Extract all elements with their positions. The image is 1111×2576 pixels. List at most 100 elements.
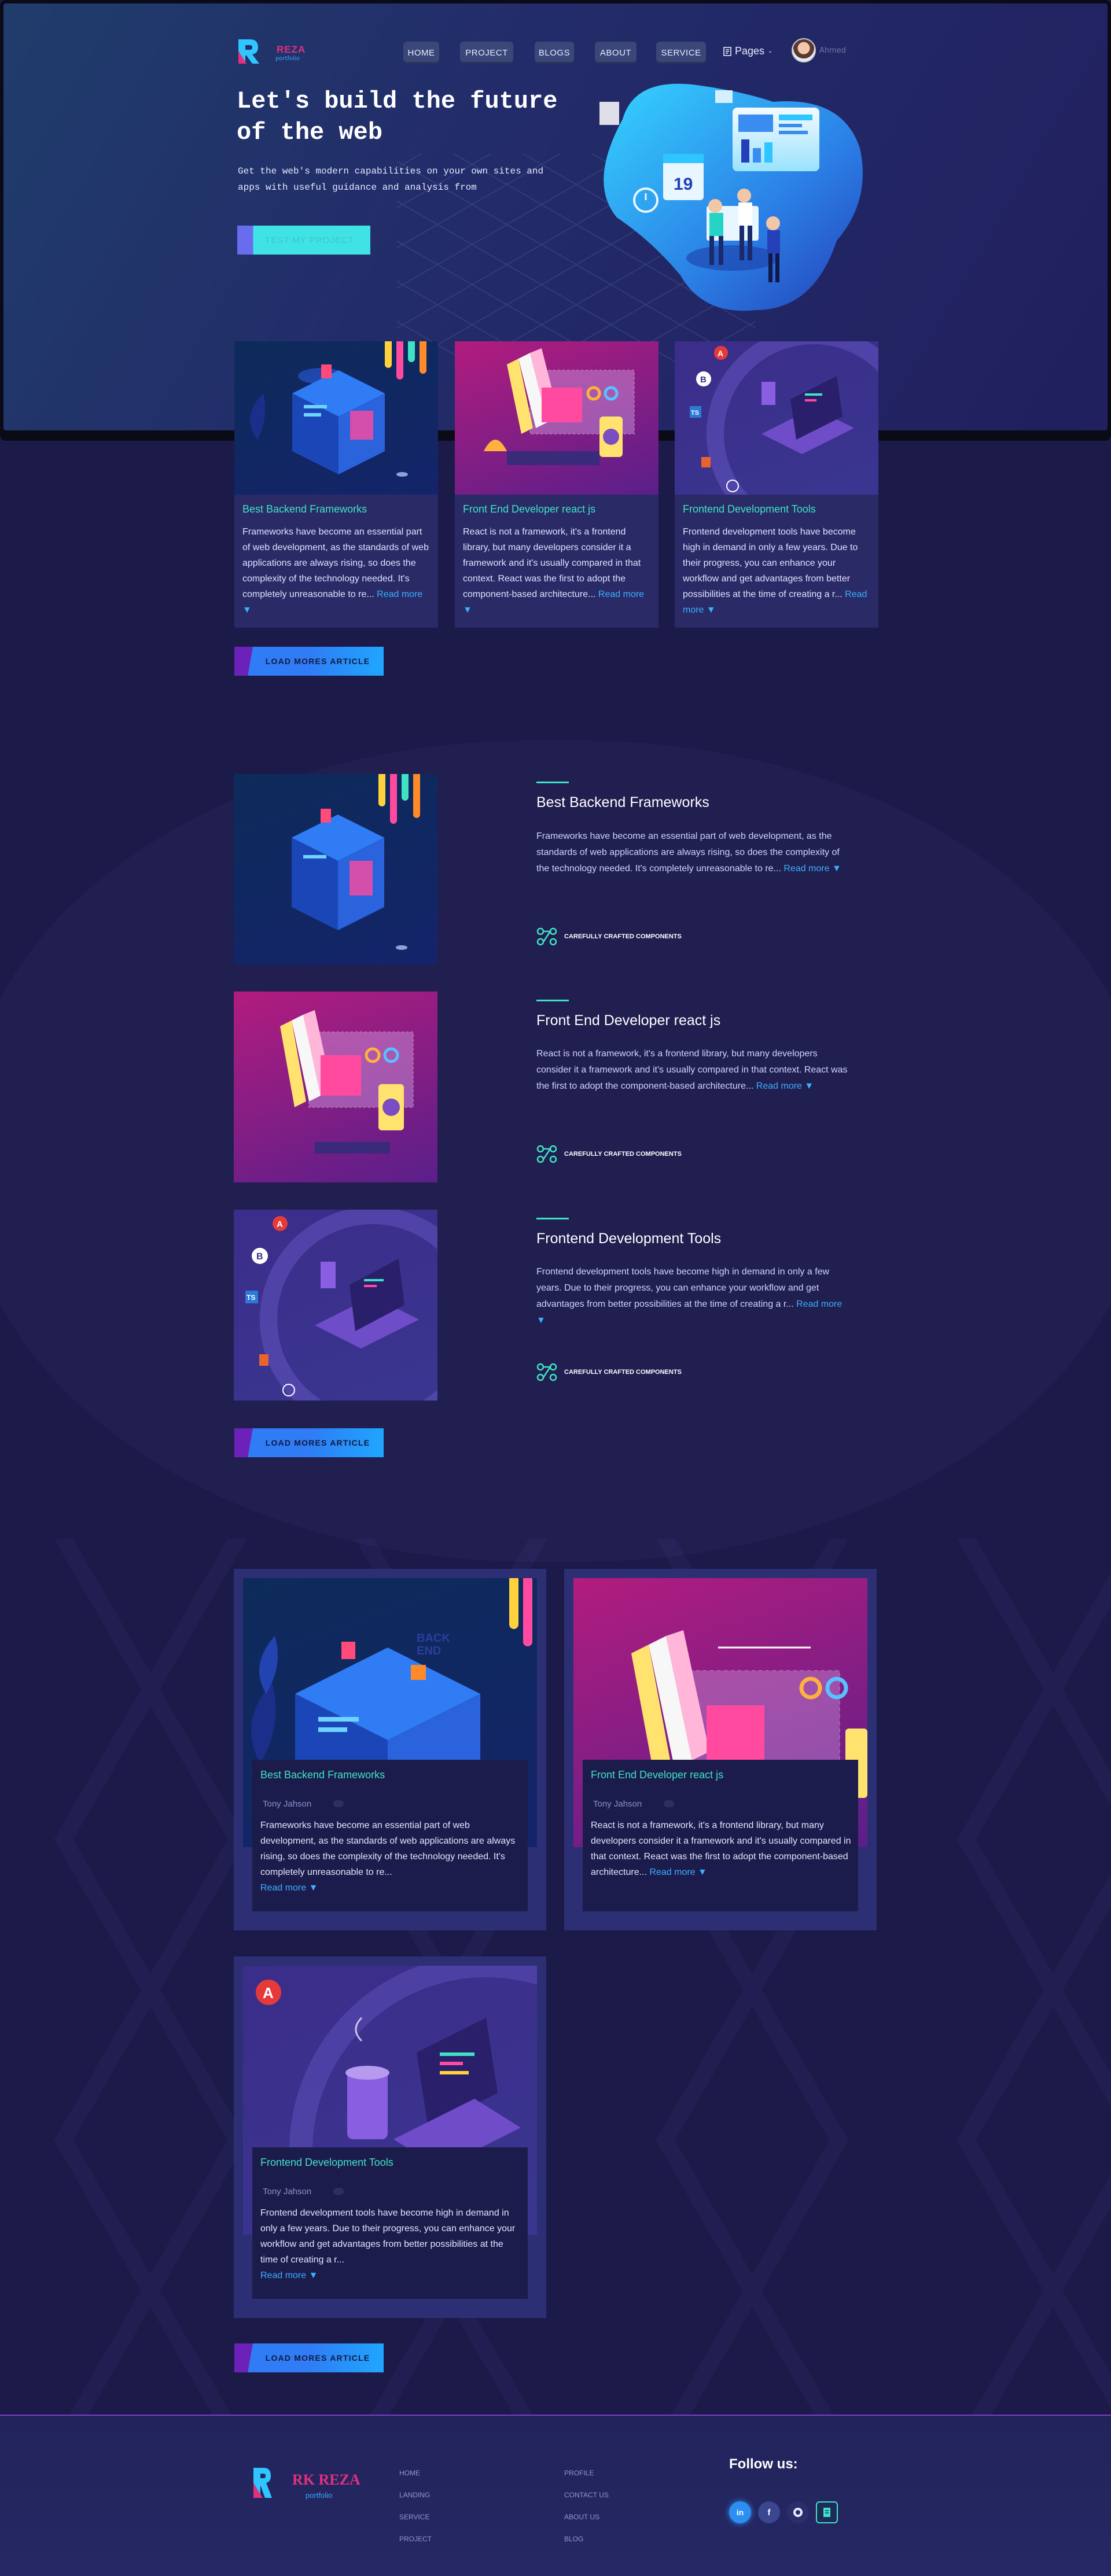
svg-text:B: B — [256, 1252, 263, 1262]
feature-label: CAREFULLY CRAFTED COMPONENTS — [564, 1151, 682, 1158]
read-more-link[interactable]: Read more ▼ — [260, 1883, 318, 1893]
footer: RK REZA portfolio HOME LANDING SERVICE P… — [0, 2415, 1111, 2576]
article-image — [234, 341, 438, 495]
read-more-link[interactable]: Read more ▼ — [649, 1867, 707, 1877]
article-image — [455, 341, 658, 495]
footer-link-landing[interactable]: LANDING — [399, 2491, 430, 2499]
footer-link-about[interactable]: ABOUT US — [564, 2513, 599, 2521]
svg-text:TS: TS — [247, 1293, 255, 1302]
chevron-down-icon: ⌄ — [768, 48, 773, 54]
author-badge — [664, 1800, 674, 1807]
author-name[interactable]: Tony Jahson — [263, 1799, 311, 1809]
article-excerpt: React is not a framework, it's a fronten… — [536, 1049, 848, 1091]
article-image — [234, 774, 437, 965]
article-card[interactable]: BACK END Best Backend Frameworks Tony Ja… — [234, 1569, 546, 1930]
svg-text:TS: TS — [691, 410, 699, 417]
nav-service[interactable]: SERVICE — [656, 42, 706, 64]
article-card[interactable]: Front End Developer react js Tony Jahson… — [564, 1569, 877, 1930]
author-badge — [333, 1800, 344, 1807]
feature-label: CAREFULLY CRAFTED COMPONENTS — [564, 1369, 682, 1376]
article-title[interactable]: Frontend Development Tools — [683, 503, 816, 515]
article-title[interactable]: Frontend Development Tools — [260, 2157, 393, 2169]
article-title[interactable]: Front End Developer react js — [463, 503, 595, 515]
svg-text:B: B — [700, 375, 707, 385]
footer-logo-icon[interactable] — [251, 2466, 274, 2500]
author-name[interactable]: Tony Jahson — [263, 2187, 311, 2197]
svg-text:BACK: BACK — [417, 1632, 450, 1645]
facebook-icon[interactable]: f — [758, 2501, 780, 2523]
author-badge — [333, 2188, 344, 2195]
article-title[interactable]: Frontend Development Tools — [536, 1230, 721, 1247]
nav-about[interactable]: ABOUT — [595, 42, 637, 64]
article-excerpt: React is not a framework, it's a fronten… — [591, 1820, 851, 1877]
article-title[interactable]: Front End Developer react js — [591, 1769, 723, 1781]
article-image: A B TS — [675, 341, 878, 495]
load-more-button[interactable]: LOAD MORES ARTICLE — [234, 647, 384, 676]
feature-badge: CAREFULLY CRAFTED COMPONENTS — [536, 1363, 682, 1381]
svg-text:A: A — [277, 1219, 283, 1229]
components-icon — [536, 927, 557, 946]
load-more-button[interactable]: LOAD MORES ARTICLE — [234, 2343, 384, 2372]
test-project-button[interactable]: TEST MY PROJECT — [237, 226, 370, 255]
background-pattern — [0, 1539, 1111, 2418]
user-name: Ahmed — [819, 46, 847, 55]
components-icon — [536, 1145, 557, 1163]
article-card-body: Best Backend Frameworks Tony Jahson Fram… — [252, 1760, 528, 1911]
footer-link-service[interactable]: SERVICE — [399, 2513, 429, 2521]
svg-text:A: A — [263, 1984, 274, 2002]
article-card-body: Frontend Development Tools Tony Jahson F… — [252, 2147, 528, 2299]
article-excerpt: Frontend development tools have become h… — [536, 1267, 843, 1325]
article-excerpt: Frameworks have become an essential part… — [260, 1820, 516, 1893]
author-name[interactable]: Tony Jahson — [593, 1799, 642, 1809]
avatar[interactable] — [792, 38, 816, 62]
footer-link-profile[interactable]: PROFILE — [564, 2469, 594, 2477]
github-icon[interactable] — [787, 2501, 809, 2523]
article-card[interactable]: A Frontend Development Tools Tony Jahson… — [234, 1956, 546, 2318]
follow-us-heading: Follow us: — [729, 2456, 798, 2472]
components-icon — [536, 1363, 557, 1381]
hero-title: Let's build the future of the web — [237, 87, 558, 146]
article-title[interactable]: Front End Developer react js — [536, 1012, 720, 1029]
read-more-link[interactable]: Read more ▼ — [260, 2271, 318, 2280]
nav-home[interactable]: HOME — [403, 42, 439, 64]
svg-text:END: END — [417, 1645, 441, 1657]
feature-badge: CAREFULLY CRAFTED COMPONENTS — [536, 1145, 682, 1163]
article-title[interactable]: Best Backend Frameworks — [260, 1769, 385, 1781]
hero-subtitle: Get the web's modern capabilities on you… — [238, 166, 544, 193]
article-image — [234, 992, 437, 1182]
footer-brand: RK REZA — [292, 2471, 360, 2488]
article-card[interactable]: A B TS Frontend Development Tools Fronte… — [675, 341, 878, 628]
article-card-body: Front End Developer react js Tony Jahson… — [583, 1760, 858, 1911]
brand-subtitle: portfolio — [275, 56, 300, 62]
article-excerpt: Frameworks have become an essential part… — [536, 831, 841, 874]
document-icon[interactable] — [816, 2501, 838, 2523]
pages-dropdown[interactable]: Pages ⌄ — [723, 45, 772, 57]
footer-link-project[interactable]: PROJECT — [399, 2535, 432, 2543]
nav-blogs[interactable]: BLOGS — [535, 42, 574, 64]
footer-brand-subtitle: portfolio — [306, 2491, 333, 2500]
accent-line — [536, 782, 569, 783]
svg-text:A: A — [718, 349, 723, 358]
accent-line — [536, 1000, 569, 1001]
footer-link-blog[interactable]: BLOG — [564, 2535, 583, 2543]
feature-badge: CAREFULLY CRAFTED COMPONENTS — [536, 927, 682, 946]
article-card[interactable]: Front End Developer react js React is no… — [455, 341, 658, 628]
footer-link-home[interactable]: HOME — [399, 2469, 420, 2477]
article-title[interactable]: Best Backend Frameworks — [536, 794, 709, 811]
article-excerpt: React is not a framework, it's a fronten… — [463, 527, 645, 615]
article-card[interactable]: Best Backend Frameworks Frameworks have … — [234, 341, 438, 628]
read-more-link[interactable]: Read more ▼ — [783, 864, 841, 874]
load-more-button[interactable]: LOAD MORES ARTICLE — [234, 1428, 384, 1457]
accent-line — [536, 1218, 569, 1219]
document-icon — [723, 46, 731, 56]
logo-icon[interactable] — [235, 36, 265, 66]
article-title[interactable]: Best Backend Frameworks — [242, 503, 367, 515]
nav-project[interactable]: PROJECT — [460, 42, 513, 64]
footer-link-contact[interactable]: CONTACT US — [564, 2491, 609, 2499]
read-more-link[interactable]: Read more ▼ — [756, 1081, 814, 1091]
article-excerpt: Frameworks have become an essential part… — [242, 527, 429, 615]
hero-illustration: 19 — [599, 83, 863, 311]
brand-name: REZA — [277, 44, 306, 55]
linkedin-icon[interactable]: in — [729, 2501, 751, 2523]
feature-label: CAREFULLY CRAFTED COMPONENTS — [564, 933, 682, 940]
